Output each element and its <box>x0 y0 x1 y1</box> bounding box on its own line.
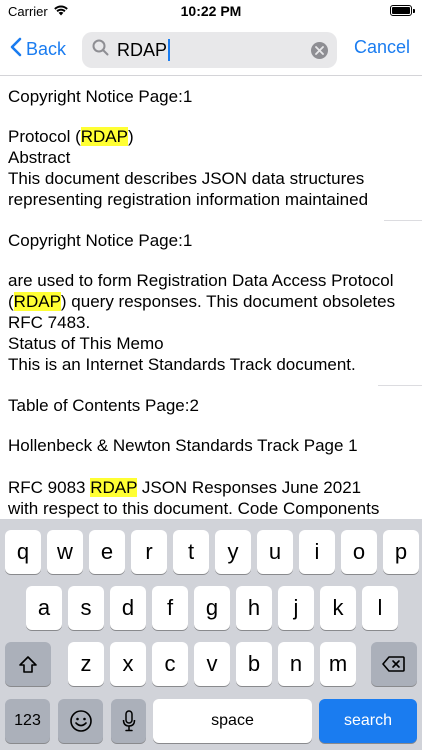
snippet-text: RFC 9083 <box>8 478 91 497</box>
close-icon <box>315 46 324 55</box>
emoji-key[interactable] <box>58 699 103 743</box>
microphone-icon <box>122 710 135 732</box>
clear-search-button[interactable] <box>311 42 328 59</box>
search-results-list: Copyright Notice Page:1 Protocol (RDAP) A… <box>0 77 422 519</box>
cancel-button[interactable]: Cancel <box>354 37 410 58</box>
snippet-text: Hollenbeck & Newton Standards Track Page… <box>8 436 358 455</box>
backspace-icon <box>382 656 405 672</box>
key-a[interactable]: a <box>26 586 62 630</box>
search-highlight: RDAP <box>13 292 61 311</box>
search-navbar: Back RDAP Cancel <box>0 24 422 76</box>
key-k[interactable]: k <box>320 586 356 630</box>
shift-key[interactable] <box>5 642 51 686</box>
key-h[interactable]: h <box>236 586 272 630</box>
battery-icon <box>390 5 415 16</box>
key-t[interactable]: t <box>173 530 209 574</box>
snippet-text: JSON Responses June 2021 <box>137 478 362 497</box>
key-b[interactable]: b <box>236 642 272 686</box>
key-o[interactable]: o <box>341 530 377 574</box>
snippet-text: This is an Internet Standards Track docu… <box>8 355 356 374</box>
snippet-text: This document describes JSON data struct… <box>8 169 369 209</box>
delete-key[interactable] <box>371 642 417 686</box>
key-j[interactable]: j <box>278 586 314 630</box>
result-row[interactable]: Copyright Notice Page:1 are used to form… <box>0 221 422 385</box>
key-g[interactable]: g <box>194 586 230 630</box>
status-right <box>390 5 415 16</box>
back-label: Back <box>26 39 67 59</box>
search-highlight: RDAP <box>80 127 128 146</box>
key-u[interactable]: u <box>257 530 293 574</box>
snippet-text: Status of This Memo <box>8 334 164 353</box>
chevron-left-icon <box>10 37 22 62</box>
search-key[interactable]: search <box>319 699 417 743</box>
emoji-icon <box>69 710 92 732</box>
result-snippet: Protocol (RDAP) Abstract This document des… <box>8 107 414 220</box>
key-c[interactable]: c <box>152 642 188 686</box>
result-snippet: are used to form Registration Data Acces… <box>8 251 414 385</box>
status-bar: Carrier 10:22 PM <box>0 0 422 24</box>
snippet-text: ) query responses. This document obsolet… <box>8 292 396 332</box>
snippet-text: with respect to this document. Code Comp… <box>8 499 380 518</box>
key-n[interactable]: n <box>278 642 314 686</box>
key-m[interactable]: m <box>320 642 356 686</box>
dictation-key[interactable] <box>111 699 146 743</box>
key-w[interactable]: w <box>47 530 83 574</box>
result-row[interactable]: Copyright Notice Page:1 Protocol (RDAP) A… <box>0 77 422 220</box>
key-x[interactable]: x <box>110 642 146 686</box>
key-l[interactable]: l <box>362 586 398 630</box>
key-d[interactable]: d <box>110 586 146 630</box>
keyboard: qwertyuiop asdfghjkl zxcvbnm 123 space s… <box>0 519 422 750</box>
key-z[interactable]: z <box>68 642 104 686</box>
back-button[interactable]: Back <box>10 37 66 62</box>
search-query-text: RDAP <box>117 39 168 60</box>
key-s[interactable]: s <box>68 586 104 630</box>
space-key[interactable]: space <box>153 699 312 743</box>
key-p[interactable]: p <box>383 530 419 574</box>
result-snippet: Hollenbeck & Newton Standards Track Page… <box>8 416 414 519</box>
key-v[interactable]: v <box>194 642 230 686</box>
key-r[interactable]: r <box>131 530 167 574</box>
snippet-text: Protocol ( <box>8 127 81 146</box>
key-y[interactable]: y <box>215 530 251 574</box>
result-title: Table of Contents Page:2 <box>8 396 199 415</box>
shift-icon <box>19 655 37 673</box>
result-title: Copyright Notice Page:1 <box>8 87 193 106</box>
status-time: 10:22 PM <box>180 3 242 19</box>
search-icon <box>92 39 109 61</box>
key-e[interactable]: e <box>89 530 125 574</box>
key-i[interactable]: i <box>299 530 335 574</box>
snippet-text: ) <box>127 127 134 146</box>
search-input[interactable]: RDAP <box>82 32 337 68</box>
key-q[interactable]: q <box>5 530 41 574</box>
text-caret <box>168 39 171 61</box>
result-title: Copyright Notice Page:1 <box>8 231 193 250</box>
numbers-key[interactable]: 123 <box>5 699 50 743</box>
search-highlight: RDAP <box>90 478 138 497</box>
snippet-text: Abstract <box>8 148 71 167</box>
key-f[interactable]: f <box>152 586 188 630</box>
result-row[interactable]: Table of Contents Page:2 Hollenbeck & Ne… <box>0 386 422 519</box>
